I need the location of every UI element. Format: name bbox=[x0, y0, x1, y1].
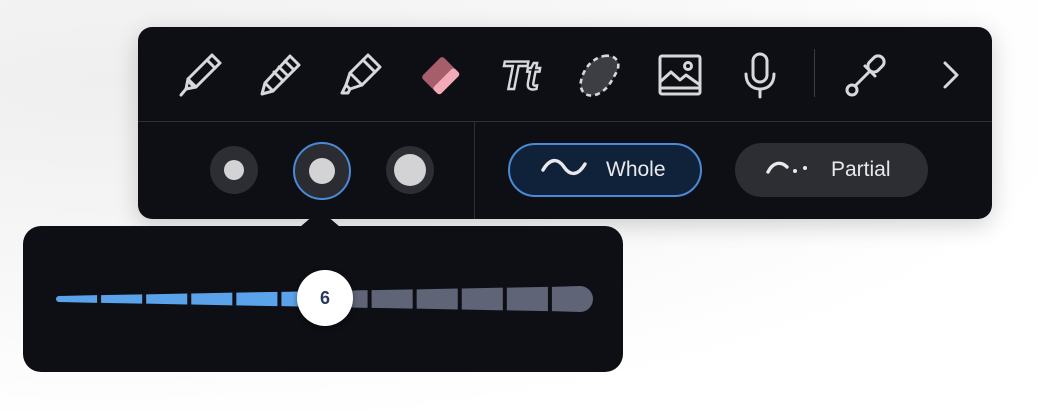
slider-segment bbox=[101, 294, 143, 304]
highlighter-icon bbox=[334, 49, 386, 101]
slider-thumb[interactable]: 6 bbox=[297, 270, 353, 326]
popover-pointer bbox=[300, 213, 340, 227]
tools-row: Tt bbox=[138, 27, 992, 122]
pen-tool-button[interactable] bbox=[172, 47, 228, 103]
text-tool-button[interactable]: Tt bbox=[492, 47, 548, 103]
partial-stroke-icon bbox=[735, 156, 831, 184]
text-icon: Tt bbox=[492, 49, 548, 101]
slider-segment bbox=[56, 295, 98, 303]
chevron-right-icon bbox=[935, 55, 965, 95]
toolbar-separator bbox=[814, 49, 815, 97]
slider-segment bbox=[371, 289, 413, 309]
eraser-tool-button[interactable] bbox=[412, 47, 468, 103]
size-medium-dot bbox=[309, 158, 335, 184]
pencil-icon bbox=[254, 49, 306, 101]
slider-segment bbox=[191, 292, 233, 306]
size-large-button[interactable] bbox=[386, 146, 434, 194]
image-tool-button[interactable] bbox=[652, 47, 708, 103]
more-tools-button[interactable] bbox=[922, 47, 978, 103]
size-medium-button[interactable] bbox=[293, 142, 351, 200]
microphone-icon bbox=[734, 49, 786, 101]
partial-mode-label: Partial bbox=[831, 158, 891, 181]
slider-segment bbox=[146, 293, 188, 305]
eyedropper-icon bbox=[840, 49, 892, 101]
image-icon bbox=[654, 49, 706, 101]
eraser-icon bbox=[413, 48, 467, 102]
lasso-icon bbox=[574, 49, 626, 101]
size-large-dot bbox=[394, 154, 426, 186]
size-popover: 6 bbox=[23, 226, 623, 372]
eraser-options: Whole Partial bbox=[138, 122, 992, 219]
options-divider bbox=[474, 122, 475, 219]
size-small-button[interactable] bbox=[210, 146, 258, 194]
size-small-dot bbox=[224, 160, 244, 180]
toolbar: Tt Whole Partial bbox=[138, 27, 992, 219]
slider-segment bbox=[461, 287, 503, 311]
eyedropper-tool-button[interactable] bbox=[838, 47, 894, 103]
partial-mode-button[interactable]: Partial bbox=[735, 143, 928, 197]
lasso-tool-button[interactable] bbox=[572, 47, 628, 103]
microphone-tool-button[interactable] bbox=[732, 47, 788, 103]
pen-icon bbox=[174, 49, 226, 101]
highlighter-tool-button[interactable] bbox=[332, 47, 388, 103]
slider-segment bbox=[506, 286, 548, 312]
slider-value: 6 bbox=[319, 287, 330, 308]
slider-segment bbox=[416, 288, 458, 310]
slider-segment bbox=[551, 286, 593, 312]
size-slider[interactable]: 6 bbox=[56, 270, 593, 326]
pencil-tool-button[interactable] bbox=[252, 47, 308, 103]
whole-mode-button[interactable]: Whole bbox=[508, 143, 702, 197]
wave-icon bbox=[510, 156, 606, 184]
whole-mode-label: Whole bbox=[606, 158, 666, 181]
svg-text:Tt: Tt bbox=[501, 54, 540, 98]
slider-segment bbox=[236, 291, 278, 307]
